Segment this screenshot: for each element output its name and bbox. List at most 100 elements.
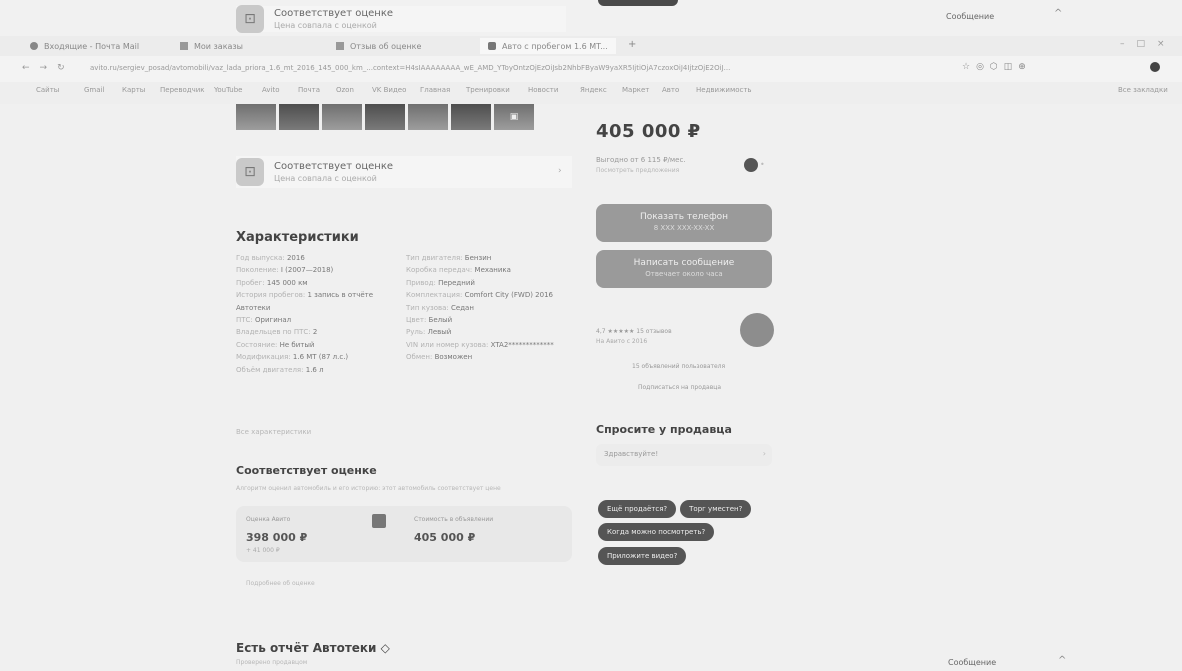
- badge-subtitle: Цена совпала с оценкой: [274, 21, 377, 30]
- photo-thumb[interactable]: [408, 104, 448, 130]
- bookmark-item[interactable]: Авто: [662, 86, 679, 94]
- quick-questions-row-3: Приложите видео?: [598, 547, 687, 565]
- estimate-left-value: 398 000 ₽: [246, 531, 308, 544]
- window-controls-icon[interactable]: –□×: [1120, 39, 1177, 49]
- quick-question-chip[interactable]: Когда можно посмотреть?: [598, 523, 715, 541]
- photo-thumb[interactable]: [236, 104, 276, 130]
- message-label-top[interactable]: Сообщение: [946, 12, 994, 21]
- bookmark-item[interactable]: Маркет: [622, 86, 649, 94]
- nav-arrows-icon[interactable]: ←→↻: [22, 63, 75, 73]
- bookmark-item[interactable]: Новости: [528, 86, 558, 94]
- credit-subnote[interactable]: Посмотреть предложения: [596, 167, 679, 174]
- price-badge-card[interactable]: ⊡ Соответствует оценке Цена совпала с оц…: [236, 156, 572, 188]
- bookmark-item[interactable]: Главная: [420, 86, 450, 94]
- send-icon[interactable]: ›: [763, 449, 766, 458]
- photo-thumbnails: ▣: [236, 104, 534, 130]
- estimate-right-value: 405 000 ₽: [414, 531, 476, 544]
- photo-thumb[interactable]: [279, 104, 319, 130]
- seller-avatar[interactable]: [740, 313, 774, 347]
- ask-input[interactable]: Здравствуйте! ›: [596, 444, 772, 466]
- estimate-more-link[interactable]: Подробнее об оценке: [246, 580, 315, 587]
- subscribe-link[interactable]: Подписаться на продавца: [638, 384, 721, 391]
- photo-thumb[interactable]: [365, 104, 405, 130]
- write-message-button[interactable]: Написать сообщение Отвечает около часа: [596, 250, 772, 288]
- photo-thumb[interactable]: [451, 104, 491, 130]
- extensions-icon[interactable]: ☆◎⬡◫⊕: [962, 62, 1032, 72]
- bookmark-item[interactable]: Avito: [262, 86, 280, 94]
- photo-thumb[interactable]: ▣: [494, 104, 534, 130]
- mail-icon: [30, 42, 38, 50]
- spec-row: Модификация: 1.6 MT (87 л.с.): [236, 353, 349, 362]
- chevron-up-icon[interactable]: ^: [1054, 8, 1062, 19]
- scroll-button-top[interactable]: [598, 0, 678, 6]
- seller-since: На Авито с 2016: [596, 338, 648, 345]
- bookmark-item[interactable]: Яндекс: [580, 86, 607, 94]
- spec-row: Цвет: Белый: [406, 316, 453, 325]
- bookmark-item[interactable]: Сайты: [36, 86, 59, 94]
- reply-time: Отвечает около часа: [645, 270, 723, 278]
- estimate-left-label: Оценка Авито: [246, 516, 291, 523]
- tab-orders[interactable]: Мои заказы: [180, 38, 243, 54]
- quick-question-chip[interactable]: Приложите видео?: [598, 547, 687, 565]
- estimate-title: Соответствует оценке: [236, 464, 377, 477]
- write-message-label: Написать сообщение: [633, 258, 735, 268]
- seller-rating: 4,7 ★★★★★ 15 отзывов: [596, 328, 672, 335]
- spec-row: Поколение: I (2007—2018): [236, 266, 334, 275]
- photo-thumb[interactable]: [322, 104, 362, 130]
- message-label-bottom[interactable]: Сообщение: [948, 658, 996, 667]
- spec-row: Владельцев по ПТС: 2: [236, 328, 318, 337]
- spec-row: Руль: Левый: [406, 328, 452, 337]
- spec-row: Состояние: Не битый: [236, 340, 315, 349]
- badge-title: Соответствует оценке: [274, 161, 394, 172]
- specs-title: Характеристики: [236, 230, 359, 245]
- profile-avatar[interactable]: [1150, 62, 1160, 72]
- specs-left-column: Год выпуска: 2016 Поколение: I (2007—201…: [236, 252, 396, 376]
- tab-active-listing[interactable]: Авто с пробегом 1.6 MT...: [480, 38, 616, 54]
- specs-right-column: Тип двигателя: Бензин Коробка передач: М…: [406, 252, 574, 364]
- badge-subtitle: Цена совпала с оценкой: [274, 174, 377, 183]
- page-overlay-top: [0, 0, 1182, 36]
- quick-question-chip[interactable]: Ещё продаётся?: [598, 500, 677, 518]
- new-tab-icon[interactable]: +: [628, 39, 636, 50]
- badge-icon: ⊡: [236, 158, 264, 186]
- tab-review[interactable]: Отзыв об оценке: [336, 38, 421, 54]
- estimate-desc: Алгоритм оценил автомобиль и его историю…: [236, 485, 501, 492]
- price-badge-card-top[interactable]: ⊡ Соответствует оценке Цена совпала с оц…: [236, 5, 566, 33]
- seller-ads-link[interactable]: 15 объявлений пользователя: [632, 363, 725, 370]
- tab-mail[interactable]: Входящие - Почта Mail: [30, 38, 139, 54]
- estimate-right-label: Стоимость в объявлении: [414, 516, 494, 523]
- spec-row: Объём двигателя: 1.6 л: [236, 365, 324, 374]
- show-phone-button[interactable]: Показать телефон 8 XXX XXX-XX-XX: [596, 204, 772, 242]
- credit-note[interactable]: Выгодно от 6 115 ₽/мес.: [596, 156, 686, 164]
- url-field[interactable]: avito.ru/sergiev_posad/avtomobili/vaz_la…: [90, 64, 950, 72]
- phone-masked: 8 XXX XXX-XX-XX: [653, 224, 715, 232]
- spec-row: VIN или номер кузова: XTA2*************: [406, 340, 554, 349]
- listing-price: 405 000 ₽: [596, 121, 701, 142]
- spec-row: Привод: Передний: [406, 278, 475, 287]
- bookmark-item[interactable]: Переводчик: [160, 86, 204, 94]
- bookmark-item[interactable]: VK Видео: [372, 86, 406, 94]
- all-specs-link[interactable]: Все характеристики: [236, 428, 311, 436]
- chevron-up-icon[interactable]: ^: [1058, 655, 1066, 666]
- quick-question-chip[interactable]: Торг уместен?: [680, 500, 752, 518]
- bookmark-item[interactable]: Тренировки: [466, 86, 510, 94]
- spec-row: Комплектация: Comfort City (FWD) 2016: [406, 291, 553, 300]
- bookmark-item[interactable]: Недвижимость: [696, 86, 752, 94]
- bookmark-item[interactable]: Ozon: [336, 86, 354, 94]
- bookmark-item[interactable]: Карты: [122, 86, 145, 94]
- bookmark-item[interactable]: Почта: [298, 86, 320, 94]
- quick-questions-row-2: Когда можно посмотреть?: [598, 523, 715, 541]
- page-icon: [336, 42, 344, 50]
- spec-row: Пробег: 145 000 км: [236, 278, 308, 287]
- all-bookmarks[interactable]: Все закладки: [1118, 86, 1168, 94]
- bookmark-item[interactable]: Gmail: [84, 86, 104, 94]
- page-content: [0, 104, 1182, 671]
- favorite-icon[interactable]: [744, 158, 758, 172]
- spec-row: Обмен: Возможен: [406, 353, 473, 362]
- more-icon[interactable]: •: [760, 160, 765, 169]
- bookmark-item[interactable]: YouTube: [214, 86, 242, 94]
- autoteka-subtitle: Проверено продавцом: [236, 659, 308, 666]
- chevron-right-icon: ›: [558, 166, 562, 176]
- spec-row: Год выпуска: 2016: [236, 254, 305, 262]
- spec-row: Коробка передач: Механика: [406, 266, 511, 275]
